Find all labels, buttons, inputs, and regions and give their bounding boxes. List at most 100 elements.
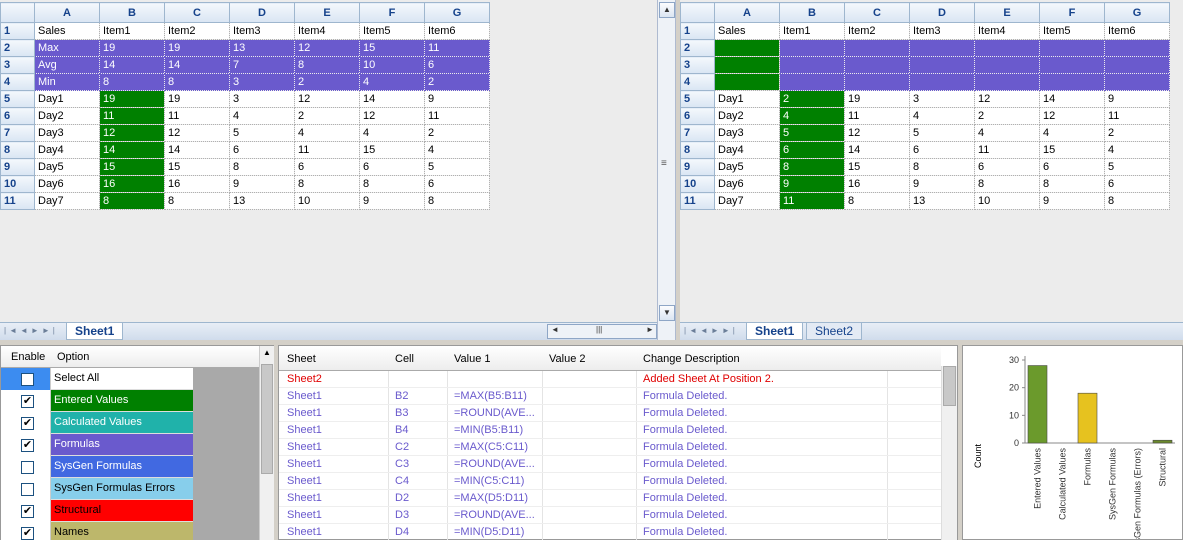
cell-a3[interactable]: Avg <box>34 56 100 74</box>
option-label[interactable]: Names <box>51 522 193 540</box>
cell-b3[interactable] <box>779 56 845 74</box>
cell-a5[interactable]: Day1 <box>714 90 780 108</box>
cell-f3[interactable] <box>1039 56 1105 74</box>
cell-d5[interactable]: 3 <box>229 90 295 108</box>
cell-b3[interactable]: 14 <box>99 56 165 74</box>
cell-d2[interactable]: 13 <box>229 39 295 57</box>
cell-a1[interactable]: Sales <box>714 22 780 40</box>
cell-c2[interactable] <box>844 39 910 57</box>
row-header[interactable]: 5 <box>0 90 35 108</box>
option-label[interactable]: Entered Values <box>51 390 193 411</box>
cell-c5[interactable]: 19 <box>844 90 910 108</box>
row-header[interactable]: 8 <box>680 141 715 159</box>
cell-f5[interactable]: 14 <box>1039 90 1105 108</box>
cell-e9[interactable]: 6 <box>974 158 1040 176</box>
cell-a8[interactable]: Day4 <box>34 141 100 159</box>
enable-checkbox[interactable] <box>21 461 34 474</box>
cell-e1[interactable]: Item4 <box>974 22 1040 40</box>
row-header[interactable]: 11 <box>680 192 715 210</box>
row-header[interactable]: 2 <box>0 39 35 57</box>
scroll-thumb[interactable] <box>943 366 956 406</box>
options-scrollbar[interactable]: ▲ <box>259 346 274 540</box>
cell-g4[interactable] <box>1104 73 1170 91</box>
select-all-corner[interactable] <box>680 2 715 23</box>
cell-e7[interactable]: 4 <box>294 124 360 142</box>
cell-f10[interactable]: 8 <box>359 175 425 193</box>
row-header[interactable]: 4 <box>0 73 35 91</box>
row-header[interactable]: 9 <box>680 158 715 176</box>
sheet-tab-sheet2[interactable]: Sheet2 <box>806 323 863 340</box>
cell-c8[interactable]: 14 <box>164 141 230 159</box>
cell-f1[interactable]: Item5 <box>1039 22 1105 40</box>
column-header-a[interactable]: A <box>34 2 100 23</box>
cell-a5[interactable]: Day1 <box>34 90 100 108</box>
cell-a2[interactable]: Max <box>34 39 100 57</box>
row-header[interactable]: 2 <box>680 39 715 57</box>
cell-c7[interactable]: 12 <box>844 124 910 142</box>
sheet-tab-sheet1[interactable]: Sheet1 <box>746 323 804 340</box>
column-header-c[interactable]: C <box>164 2 230 23</box>
scroll-up-icon[interactable]: ▲ <box>659 2 675 18</box>
column-header-b[interactable]: B <box>99 2 165 23</box>
cell-b11[interactable]: 11 <box>779 192 845 210</box>
cell-e5[interactable]: 12 <box>294 90 360 108</box>
cell-a10[interactable]: Day6 <box>34 175 100 193</box>
cell-g7[interactable]: 2 <box>424 124 490 142</box>
cell-d6[interactable]: 4 <box>229 107 295 125</box>
column-header-f[interactable]: F <box>359 2 425 23</box>
cell-c11[interactable]: 8 <box>844 192 910 210</box>
cell-f9[interactable]: 6 <box>1039 158 1105 176</box>
cell-e11[interactable]: 10 <box>974 192 1040 210</box>
option-label[interactable]: SysGen Formulas <box>51 456 193 477</box>
cell-e8[interactable]: 11 <box>294 141 360 159</box>
cell-b5[interactable]: 19 <box>99 90 165 108</box>
cell-c5[interactable]: 19 <box>164 90 230 108</box>
cell-b2[interactable] <box>779 39 845 57</box>
cell-d11[interactable]: 13 <box>229 192 295 210</box>
cell-f4[interactable]: 4 <box>359 73 425 91</box>
cell-d7[interactable]: 5 <box>909 124 975 142</box>
cell-b5[interactable]: 2 <box>779 90 845 108</box>
enable-column-header[interactable]: Enable <box>11 351 45 363</box>
change-log-row[interactable]: Sheet1 B3 =ROUND(AVE... Formula Deleted. <box>279 405 941 422</box>
cell-a9[interactable]: Day5 <box>714 158 780 176</box>
column-header-b[interactable]: B <box>779 2 845 23</box>
cell-b8[interactable]: 6 <box>779 141 845 159</box>
cell-d9[interactable]: 8 <box>909 158 975 176</box>
cell-f8[interactable]: 15 <box>359 141 425 159</box>
cell-d3[interactable]: 7 <box>229 56 295 74</box>
cell-b9[interactable]: 15 <box>99 158 165 176</box>
change-log-row[interactable]: Sheet1 B4 =MIN(B5:B11) Formula Deleted. <box>279 422 941 439</box>
cell-e11[interactable]: 10 <box>294 192 360 210</box>
cell-c3[interactable] <box>844 56 910 74</box>
change-log-row[interactable]: Sheet1 D2 =MAX(D5:D11) Formula Deleted. <box>279 490 941 507</box>
row-header[interactable]: 7 <box>680 124 715 142</box>
scroll-right-icon[interactable]: ► <box>646 325 654 334</box>
cell-g2[interactable]: 11 <box>424 39 490 57</box>
cell-f11[interactable]: 9 <box>1039 192 1105 210</box>
enable-checkbox[interactable] <box>21 483 34 496</box>
option-label[interactable]: Formulas <box>51 434 193 455</box>
cell-b7[interactable]: 12 <box>99 124 165 142</box>
cell-g4[interactable]: 2 <box>424 73 490 91</box>
row-header[interactable]: 6 <box>680 107 715 125</box>
cell-d1[interactable]: Item3 <box>229 22 295 40</box>
vertical-scrollbar[interactable]: ▲ ≡ ▼ <box>657 0 676 340</box>
cell-e3[interactable]: 8 <box>294 56 360 74</box>
enable-checkbox[interactable]: ✔ <box>21 505 34 518</box>
column-header-e[interactable]: E <box>294 2 360 23</box>
cell-a9[interactable]: Day5 <box>34 158 100 176</box>
option-label[interactable]: SysGen Formulas Errors <box>51 478 193 499</box>
cell-c9[interactable]: 15 <box>164 158 230 176</box>
cell-d8[interactable]: 6 <box>229 141 295 159</box>
cell-e7[interactable]: 4 <box>974 124 1040 142</box>
cell-e3[interactable] <box>974 56 1040 74</box>
row-header[interactable]: 9 <box>0 158 35 176</box>
cell-d5[interactable]: 3 <box>909 90 975 108</box>
value1-column-header[interactable]: Value 1 <box>454 353 491 365</box>
cell-f4[interactable] <box>1039 73 1105 91</box>
horizontal-scrollbar[interactable]: ◄ ||| ► <box>547 324 657 339</box>
row-header[interactable]: 7 <box>0 124 35 142</box>
cell-e4[interactable] <box>974 73 1040 91</box>
column-header-d[interactable]: D <box>229 2 295 23</box>
